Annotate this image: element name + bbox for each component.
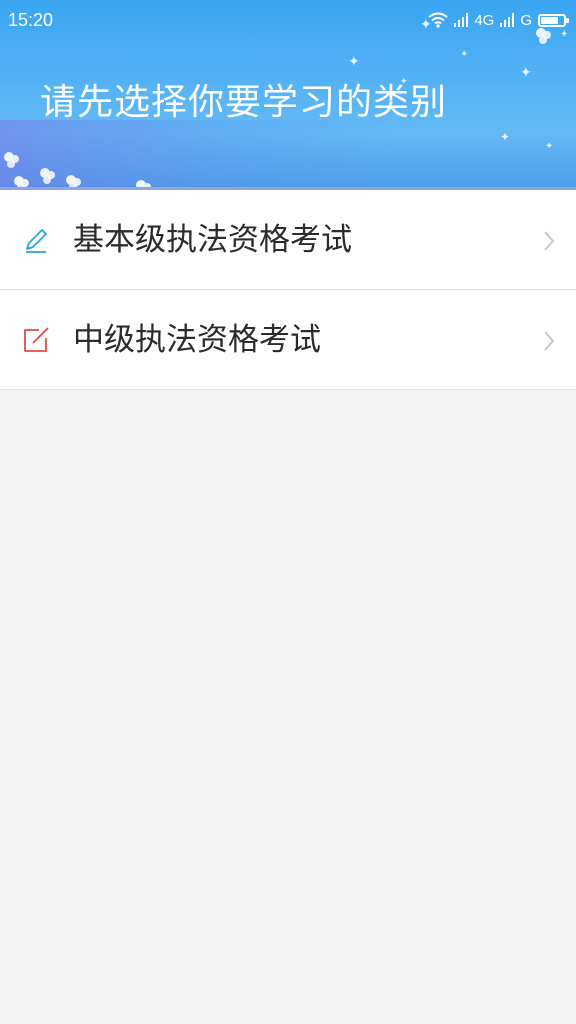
sparkle-decoration: ✦ [520,65,532,81]
category-item-basic[interactable]: 基本级执法资格考试 [0,190,576,290]
signal-icon [454,13,469,27]
wifi-icon [428,12,448,28]
category-label: 基本级执法资格考试 [73,222,352,258]
category-label: 中级执法资格考试 [73,322,321,358]
flower-decoration [40,168,50,178]
flower-decoration [14,176,24,186]
flower-decoration [4,152,14,162]
category-item-intermediate[interactable]: 中级执法资格考试 [0,290,576,390]
status-icons: 4G G [428,10,569,30]
header-glow [0,120,576,190]
sparkle-decoration: ✦ [348,54,360,70]
status-bar: 15:20 4G G [0,0,576,40]
sparkle-decoration: ✦ [460,49,469,60]
page-title: 请先选择你要学习的类别 [40,82,448,123]
battery-icon [538,13,569,27]
edit-square-icon [24,327,49,352]
chevron-right-icon [544,331,555,351]
pencil-icon [26,229,47,253]
sparkle-decoration: ✦ [545,141,554,152]
sparkle-decoration: ✦ [500,130,511,144]
network-type-secondary: G [520,11,532,29]
signal-icon [500,13,515,27]
network-type-primary: 4G [474,11,495,29]
status-time: 15:20 [8,10,54,30]
battery-level [541,16,558,24]
chevron-right-icon [544,231,555,251]
category-list: 基本级执法资格考试 中级执法资格考试 [0,190,576,390]
flower-decoration [66,175,76,185]
